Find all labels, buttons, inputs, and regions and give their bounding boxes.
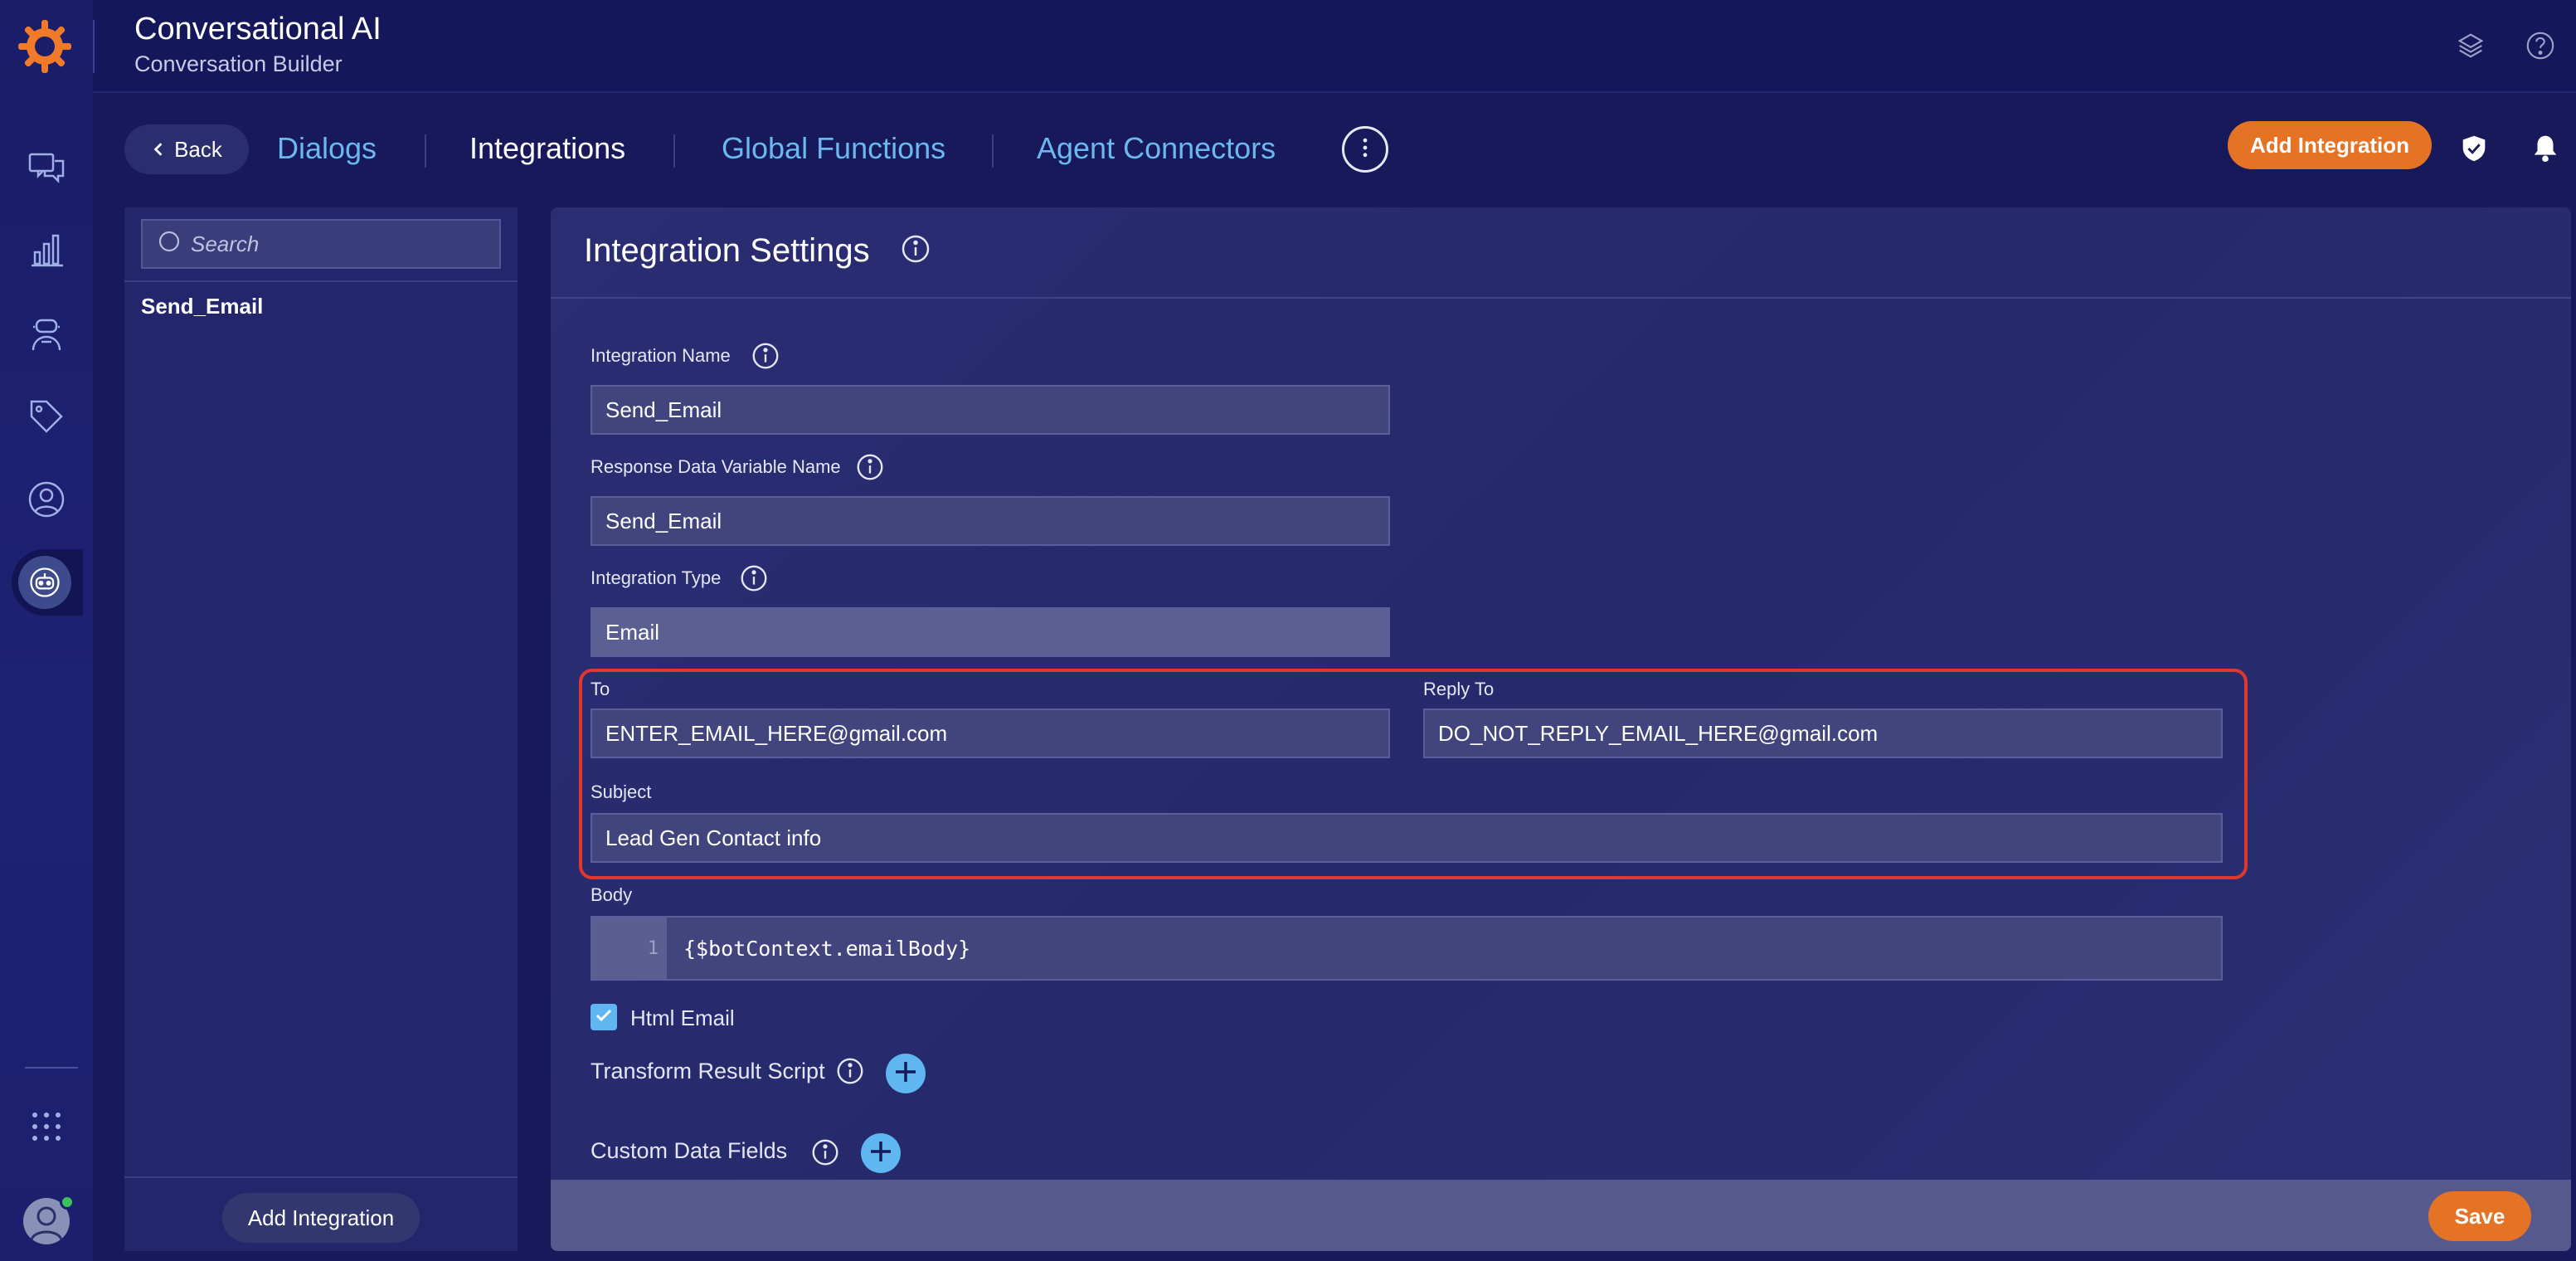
- integration-name-label: Integration Name: [591, 345, 731, 366]
- user-profile-icon[interactable]: [22, 475, 71, 524]
- top-header: [93, 0, 2576, 93]
- info-icon[interactable]: [899, 232, 932, 265]
- panel-footer: Add Integration: [124, 1176, 518, 1251]
- checkmark-icon: [594, 1005, 614, 1030]
- integration-list-panel: Search Send_Email Add Integration: [124, 207, 518, 1251]
- integration-type-select[interactable]: Email: [591, 607, 1390, 657]
- html-email-label: Html Email: [630, 1005, 735, 1030]
- tab-integrations[interactable]: Integrations: [469, 131, 625, 166]
- info-icon[interactable]: [854, 451, 886, 483]
- chat-icon[interactable]: [22, 143, 71, 192]
- reply-to-field[interactable]: DO_NOT_REPLY_EMAIL_HERE@gmail.com: [1423, 708, 2223, 758]
- panel-header: Integration Settings: [551, 207, 2571, 299]
- add-transform-script-button[interactable]: [886, 1054, 926, 1093]
- tab-dialogs[interactable]: Dialogs: [277, 131, 377, 166]
- response-variable-field[interactable]: Send_Email: [591, 496, 1390, 546]
- list-item[interactable]: Send_Email: [141, 294, 263, 319]
- search-input[interactable]: Search: [141, 219, 501, 269]
- search-icon: [156, 228, 182, 260]
- body-code-editor[interactable]: 1 {$botContext.emailBody}: [591, 916, 2223, 981]
- integration-type-label: Integration Type: [591, 567, 722, 588]
- layers-icon[interactable]: [2450, 25, 2491, 66]
- app-subtitle: Conversation Builder: [134, 51, 343, 76]
- save-button[interactable]: Save: [2428, 1191, 2531, 1241]
- security-shield-icon[interactable]: [2453, 128, 2495, 169]
- tab-separator: [992, 134, 994, 168]
- custom-data-fields-label: Custom Data Fields: [591, 1138, 788, 1163]
- html-email-checkbox[interactable]: [591, 1004, 617, 1030]
- kebab-menu-icon: [1362, 137, 1368, 163]
- integration-settings-panel: Integration Settings Integration Name Se…: [551, 207, 2571, 1251]
- page-title: Integration Settings: [584, 232, 870, 269]
- subject-label: Subject: [591, 781, 652, 802]
- body-label: Body: [591, 884, 633, 905]
- to-label: To: [591, 679, 610, 699]
- back-label: Back: [174, 136, 222, 162]
- transform-script-label: Transform Result Script: [591, 1059, 825, 1083]
- body-code: {$botContext.emailBody}: [683, 936, 971, 961]
- panel-divider: [124, 280, 518, 282]
- tab-global-functions[interactable]: Global Functions: [722, 131, 945, 166]
- info-icon[interactable]: [738, 562, 770, 594]
- notification-bell-icon[interactable]: [2525, 128, 2566, 169]
- panel-footer: Save: [551, 1180, 2571, 1251]
- plus-icon: [893, 1059, 918, 1088]
- help-icon[interactable]: [2520, 25, 2561, 66]
- apps-grid-icon[interactable]: [22, 1102, 71, 1151]
- header-divider: [93, 20, 95, 73]
- tag-icon[interactable]: [22, 392, 71, 441]
- line-number: 1: [592, 918, 667, 979]
- add-integration-button-secondary[interactable]: Add Integration: [222, 1193, 420, 1243]
- more-options-button[interactable]: [1342, 126, 1388, 173]
- integration-name-field[interactable]: Send_Email: [591, 385, 1390, 435]
- reply-to-label: Reply To: [1423, 679, 1495, 699]
- tab-agent-connectors[interactable]: Agent Connectors: [1037, 131, 1276, 166]
- bot-icon[interactable]: [18, 556, 71, 609]
- search-placeholder: Search: [191, 231, 260, 256]
- back-button[interactable]: Back: [124, 124, 249, 174]
- tab-separator: [425, 134, 426, 168]
- info-icon[interactable]: [809, 1137, 841, 1168]
- chevron-left-icon: [151, 137, 166, 163]
- online-status-icon: [60, 1195, 75, 1210]
- subject-field[interactable]: Lead Gen Contact info: [591, 813, 2223, 863]
- add-integration-button[interactable]: Add Integration: [2228, 121, 2432, 169]
- add-custom-field-button[interactable]: [861, 1133, 901, 1173]
- tab-separator: [673, 134, 675, 168]
- rail-divider: [25, 1067, 78, 1069]
- response-variable-label: Response Data Variable Name: [591, 456, 841, 477]
- info-icon[interactable]: [834, 1055, 866, 1087]
- analytics-icon[interactable]: [22, 226, 71, 275]
- agent-icon[interactable]: [22, 309, 71, 358]
- left-rail: [0, 0, 93, 1261]
- app-title: Conversational AI: [134, 12, 382, 46]
- plus-icon: [868, 1139, 893, 1168]
- info-icon[interactable]: [750, 340, 781, 372]
- to-field[interactable]: ENTER_EMAIL_HERE@gmail.com: [591, 708, 1390, 758]
- liveperson-logo-icon[interactable]: [15, 17, 75, 76]
